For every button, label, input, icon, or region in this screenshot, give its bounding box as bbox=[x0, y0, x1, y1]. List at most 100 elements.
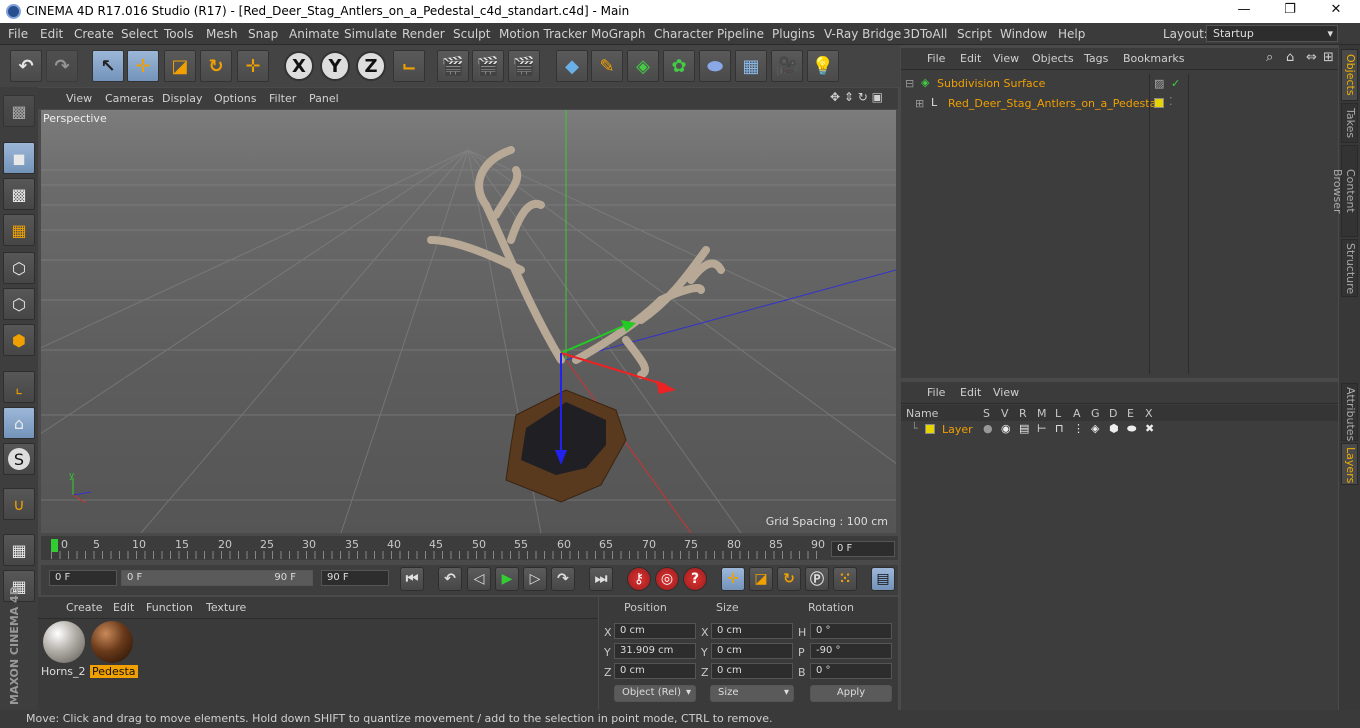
rot-p-field[interactable]: -90 ° bbox=[810, 643, 892, 659]
apply-button[interactable]: Apply bbox=[810, 685, 892, 702]
tab-content-browser[interactable]: Content Browser bbox=[1331, 145, 1358, 237]
model-mode-button[interactable]: ◼ bbox=[3, 142, 35, 174]
size-z-field[interactable]: 0 cm bbox=[711, 663, 793, 679]
tweak-mode-button[interactable]: ⌂ bbox=[3, 407, 35, 439]
key-parameter-button[interactable]: Ⓟ bbox=[805, 567, 829, 591]
visibility-dots-icon[interactable]: ⁚ bbox=[1169, 95, 1173, 108]
scale-tool-button[interactable]: ◪ bbox=[164, 50, 196, 82]
deformer-icon[interactable]: ⬢ bbox=[1109, 422, 1119, 435]
menu-simulate[interactable]: Simulate bbox=[344, 27, 397, 41]
viewport-navigation-icons[interactable]: ✥ ⇕ ↻ ▣ bbox=[830, 90, 883, 104]
tab-takes[interactable]: Takes bbox=[1341, 103, 1358, 143]
material-horns-label[interactable]: Horns_2 bbox=[41, 665, 86, 678]
viewport-menu-cameras[interactable]: Cameras bbox=[105, 92, 154, 105]
viewport-menu-display[interactable]: Display bbox=[162, 92, 203, 105]
material-menu-function[interactable]: Function bbox=[146, 601, 193, 614]
x-axis-lock-button[interactable]: X bbox=[284, 51, 314, 81]
render-view-button[interactable]: 🎬 bbox=[437, 50, 469, 82]
workplane-lock-button[interactable]: ▦ bbox=[3, 534, 35, 566]
generator-icon[interactable]: ◈ bbox=[1091, 422, 1099, 435]
search-icon[interactable]: ⌕ bbox=[1266, 50, 1273, 65]
layer-row[interactable]: └ Layer ● ◉ ▤ ⊢ ⊓ ⋮ ◈ ⬢ ⬬ ✖ bbox=[901, 421, 1338, 437]
menu-script[interactable]: Script bbox=[957, 27, 992, 41]
expression-icon[interactable]: ⬬ bbox=[1127, 422, 1136, 436]
menu-edit[interactable]: Edit bbox=[40, 27, 63, 41]
timeline-window-button[interactable]: ▤ bbox=[871, 567, 895, 591]
pos-z-field[interactable]: 0 cm bbox=[614, 663, 696, 679]
prev-key-button[interactable]: ↶ bbox=[438, 567, 462, 591]
object-row-antlers[interactable]: ⊞ L Red_Deer_Stag_Antlers_on_a_Pedestal bbox=[901, 94, 1159, 114]
floor-button[interactable]: ▦ bbox=[735, 50, 767, 82]
menu-vray-bridge[interactable]: V-Ray Bridge bbox=[824, 27, 901, 41]
menu-render[interactable]: Render bbox=[402, 27, 445, 41]
menu-sculpt[interactable]: Sculpt bbox=[453, 27, 490, 41]
end-frame-field[interactable]: 90 F bbox=[321, 570, 389, 586]
menu-snap[interactable]: Snap bbox=[248, 27, 278, 41]
menu-help[interactable]: Help bbox=[1058, 27, 1085, 41]
object-name-subdivision[interactable]: Subdivision Surface bbox=[937, 77, 1045, 90]
link-icon[interactable]: ⇔ bbox=[1306, 50, 1317, 65]
object-row-subdivision[interactable]: ⊟ ◈ Subdivision Surface bbox=[901, 74, 1149, 94]
layer-menu-view[interactable]: View bbox=[993, 386, 1019, 399]
layer-color-swatch[interactable] bbox=[925, 424, 935, 434]
key-rotation-button[interactable]: ↻ bbox=[777, 567, 801, 591]
checkmark-icon[interactable]: ✓ bbox=[1171, 77, 1180, 90]
light-button[interactable]: 💡 bbox=[807, 50, 839, 82]
manager-icon[interactable]: ⊢ bbox=[1037, 422, 1047, 435]
material-menu-texture[interactable]: Texture bbox=[206, 601, 246, 614]
next-frame-button[interactable]: ▷ bbox=[523, 567, 547, 591]
record-keys-button[interactable]: ⚷ bbox=[627, 567, 651, 591]
prev-frame-button[interactable]: ◁ bbox=[467, 567, 491, 591]
render-picture-viewer-button[interactable]: 🎬 bbox=[472, 50, 504, 82]
material-pedestal-thumbnail[interactable] bbox=[91, 621, 133, 663]
tab-attributes[interactable]: Attributes bbox=[1341, 383, 1358, 441]
edges-mode-button[interactable]: ⬡ bbox=[3, 288, 35, 320]
menu-animate[interactable]: Animate bbox=[289, 27, 339, 41]
lock-icon[interactable]: ⊓ bbox=[1055, 422, 1064, 435]
material-pedestal-label[interactable]: Pedesta bbox=[90, 665, 138, 678]
layer-menu-edit[interactable]: Edit bbox=[960, 386, 981, 399]
layer-name[interactable]: Layer bbox=[942, 423, 973, 436]
rotate-tool-button[interactable]: ↻ bbox=[200, 50, 232, 82]
viewport-perspective[interactable]: y Grid Spacing : 100 cm bbox=[41, 110, 896, 533]
material-horns-thumbnail[interactable] bbox=[43, 621, 85, 663]
menu-create[interactable]: Create bbox=[74, 27, 114, 41]
layer-menu-file[interactable]: File bbox=[927, 386, 945, 399]
start-frame-field[interactable]: 0 F bbox=[49, 570, 117, 586]
make-editable-button[interactable]: ▩ bbox=[3, 95, 35, 127]
rot-b-field[interactable]: 0 ° bbox=[810, 663, 892, 679]
object-menu-edit[interactable]: Edit bbox=[960, 52, 981, 65]
object-menu-bookmarks[interactable]: Bookmarks bbox=[1123, 52, 1184, 65]
camera-button[interactable]: 🎥 bbox=[771, 50, 803, 82]
menu-window[interactable]: Window bbox=[1000, 27, 1047, 41]
size-mode-dropdown[interactable]: Size ▾ bbox=[710, 685, 794, 702]
render-settings-button[interactable]: 🎬 bbox=[508, 50, 540, 82]
key-pla-button[interactable]: ⁙ bbox=[833, 567, 857, 591]
next-key-button[interactable]: ↷ bbox=[551, 567, 575, 591]
redo-button[interactable]: ↷ bbox=[46, 50, 78, 82]
home-icon[interactable]: ⌂ bbox=[1286, 50, 1294, 65]
key-position-button[interactable]: ✛ bbox=[721, 567, 745, 591]
animation-icon[interactable]: ⋮ bbox=[1073, 422, 1084, 435]
render-clapper-icon[interactable]: ▤ bbox=[1019, 422, 1029, 435]
deformer-button[interactable]: ⬬ bbox=[699, 50, 731, 82]
auto-key-button[interactable]: ◎ bbox=[655, 567, 679, 591]
viewport-menu-options[interactable]: Options bbox=[214, 92, 256, 105]
object-menu-tags[interactable]: Tags bbox=[1084, 52, 1108, 65]
size-x-field[interactable]: 0 cm bbox=[711, 623, 793, 639]
polygons-mode-button[interactable]: ⬢ bbox=[3, 324, 35, 356]
subdivision-button[interactable]: ◈ bbox=[627, 50, 659, 82]
tab-layers[interactable]: Layers bbox=[1341, 443, 1358, 485]
live-selection-button[interactable]: ↖ bbox=[92, 50, 124, 82]
snap-button[interactable]: S bbox=[3, 443, 35, 475]
object-menu-objects[interactable]: Objects bbox=[1032, 52, 1074, 65]
menu-pipeline[interactable]: Pipeline bbox=[717, 27, 764, 41]
layer-color-swatch[interactable] bbox=[1154, 98, 1164, 108]
solo-icon[interactable]: ● bbox=[983, 422, 993, 435]
play-button[interactable]: ▶ bbox=[495, 567, 519, 591]
goto-start-button[interactable]: ⏮ bbox=[400, 567, 424, 591]
recent-tool-button[interactable]: ✛ bbox=[237, 50, 269, 82]
workplane-mode-button[interactable]: ▦ bbox=[3, 214, 35, 246]
frame-range-slider[interactable]: 0 F 90 F bbox=[121, 570, 313, 586]
texture-mode-button[interactable]: ▩ bbox=[3, 178, 35, 210]
